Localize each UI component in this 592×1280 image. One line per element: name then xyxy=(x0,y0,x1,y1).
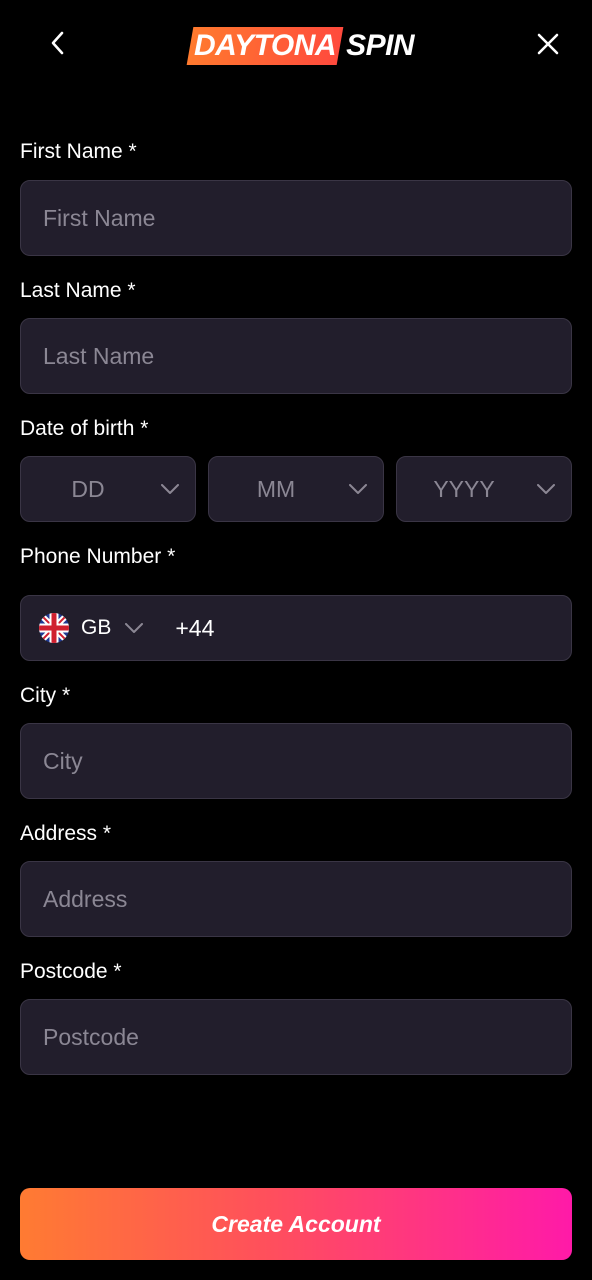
postcode-label: Postcode * xyxy=(20,960,122,983)
uk-flag-icon xyxy=(39,613,69,643)
address-label: Address * xyxy=(20,822,112,845)
dob-year-select[interactable]: YYYY xyxy=(396,456,572,522)
city-field[interactable] xyxy=(20,723,572,799)
chevron-down-icon xyxy=(521,484,571,494)
country-code-text: GB xyxy=(81,616,112,639)
back-button[interactable] xyxy=(40,26,74,60)
header: DAYTONA SPIN xyxy=(0,0,592,90)
create-account-label: Create Account xyxy=(211,1210,381,1237)
dob-month-select[interactable]: MM xyxy=(208,456,384,522)
postcode-input[interactable] xyxy=(21,1000,571,1074)
first-name-label: First Name * xyxy=(20,140,137,163)
phone-field: GB +44 xyxy=(20,595,572,661)
chevron-down-icon xyxy=(145,484,195,494)
dob-label: Date of birth * xyxy=(20,417,149,440)
phone-label: Phone Number * xyxy=(20,545,176,568)
postcode-field[interactable] xyxy=(20,999,572,1075)
address-field[interactable] xyxy=(20,861,572,937)
city-input[interactable] xyxy=(21,724,571,798)
country-code-select[interactable]: GB xyxy=(21,596,144,660)
last-name-input[interactable] xyxy=(21,319,571,393)
create-account-button[interactable]: Create Account xyxy=(20,1188,572,1260)
last-name-field[interactable] xyxy=(20,318,572,394)
first-name-field[interactable] xyxy=(20,180,572,256)
logo: DAYTONA SPIN xyxy=(186,26,415,66)
phone-input[interactable]: +44 xyxy=(175,615,214,642)
close-icon xyxy=(537,33,559,55)
city-label: City * xyxy=(20,684,71,707)
logo-right-text: SPIN xyxy=(346,29,415,62)
first-name-input[interactable] xyxy=(21,181,571,255)
chevron-left-icon xyxy=(51,31,64,55)
logo-left-text: DAYTONA xyxy=(194,29,337,62)
logo-tag: DAYTONA xyxy=(186,27,344,65)
last-name-label: Last Name * xyxy=(20,279,136,302)
chevron-down-icon xyxy=(333,484,383,494)
close-button[interactable] xyxy=(530,26,566,62)
dob-day-select[interactable]: DD xyxy=(20,456,196,522)
dob-day-text: DD xyxy=(71,475,105,502)
dob-year-text: YYYY xyxy=(433,475,495,502)
address-input[interactable] xyxy=(21,862,571,936)
dob-month-text: MM xyxy=(256,475,296,502)
chevron-down-icon xyxy=(125,623,144,633)
